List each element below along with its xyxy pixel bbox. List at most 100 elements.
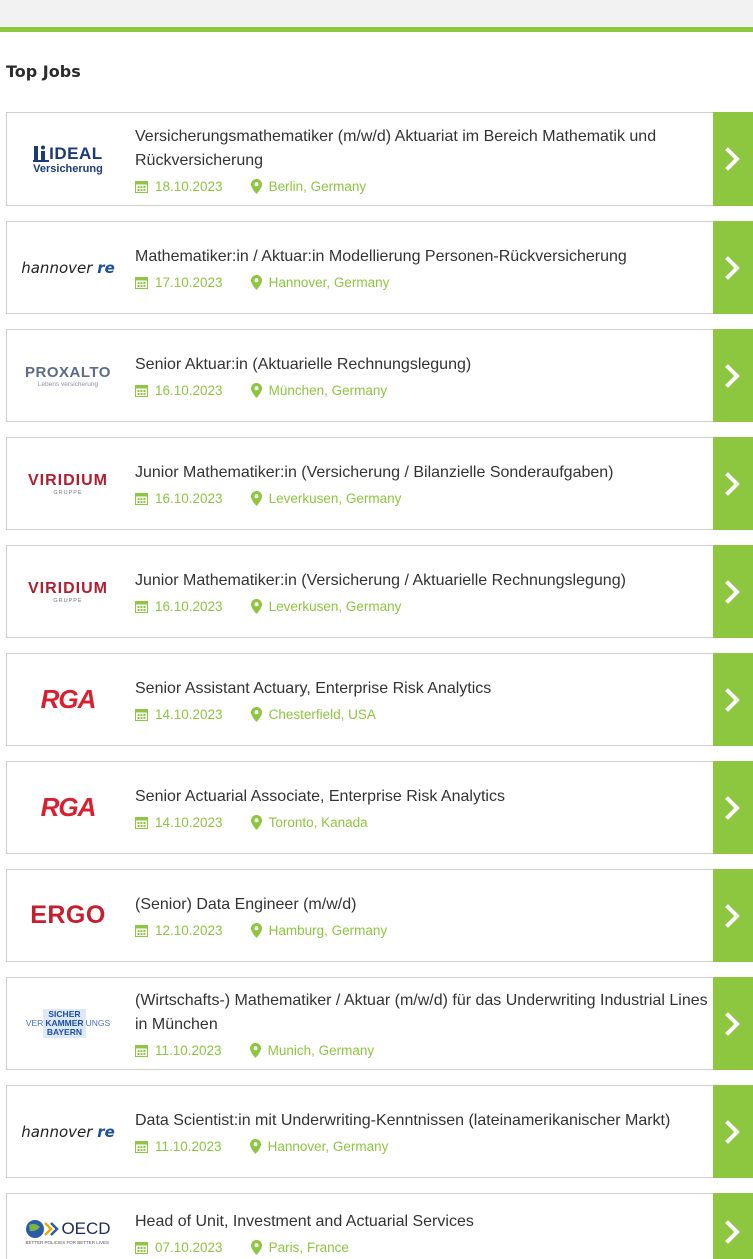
logo-subtext: GRUPPE bbox=[53, 489, 83, 496]
job-location: Toronto, Kanada bbox=[250, 815, 368, 830]
logo-text-re: re bbox=[97, 1122, 115, 1141]
job-info: Senior Aktuar:in (Aktuarielle Rechnungsl… bbox=[135, 330, 712, 421]
company-logo[interactable]: OECD BETTER POLICIES FOR BETTER LIVES bbox=[7, 1194, 129, 1259]
company-logo[interactable]: hannover re bbox=[7, 222, 129, 313]
company-logo[interactable]: VER SICHER KAMMER BAYERN UNGS bbox=[7, 978, 129, 1069]
job-title-link[interactable]: Mathematiker:in / Aktuar:in Modellierung… bbox=[135, 245, 712, 269]
open-job-button[interactable] bbox=[713, 221, 753, 314]
calendar-icon bbox=[135, 708, 148, 721]
job-location-text: München, Germany bbox=[268, 383, 388, 398]
logo-text: VIRIDIUM bbox=[28, 579, 108, 597]
logo-text: hannover bbox=[21, 1122, 93, 1141]
job-card[interactable]: hannover re Mathematiker:in / Aktuar:in M… bbox=[6, 221, 753, 314]
logo-hannover-re: hannover re bbox=[21, 1123, 115, 1141]
job-meta: 16.10.2023 München, Germany bbox=[135, 383, 712, 398]
job-card[interactable]: VER SICHER KAMMER BAYERN UNGS (Wirtschafts-) … bbox=[6, 977, 753, 1070]
job-card[interactable]: PROXALTO Lebens versicherung Senior Aktuar… bbox=[6, 329, 753, 422]
job-meta: 11.10.2023 Hannover, Germany bbox=[135, 1139, 712, 1154]
location-pin-icon bbox=[250, 491, 262, 506]
job-card[interactable]: VIRIDIUM GRUPPE Junior Mathematiker:in (Ve… bbox=[6, 437, 753, 530]
job-location-text: Leverkusen, Germany bbox=[268, 491, 402, 506]
job-info: (Senior) Data Engineer (m/w/d) 12.10.2023… bbox=[135, 870, 712, 961]
company-logo[interactable]: VIRIDIUM GRUPPE bbox=[7, 546, 129, 637]
job-info: Junior Mathematiker:in (Versicherung / B… bbox=[135, 438, 712, 529]
chevron-right-icon bbox=[725, 471, 741, 496]
job-info: (Wirtschafts-) Mathematiker / Aktuar (m/… bbox=[135, 978, 712, 1069]
location-pin-icon bbox=[250, 383, 262, 398]
job-date: 17.10.2023 bbox=[135, 275, 223, 290]
job-location: Paris, France bbox=[250, 1239, 349, 1255]
company-logo[interactable]: ERGO bbox=[7, 870, 129, 961]
company-logo[interactable]: IDEAL Versicherung bbox=[7, 113, 129, 205]
job-location-text: Munich, Germany bbox=[267, 1043, 375, 1058]
job-date: 16.10.2023 bbox=[135, 383, 223, 398]
ideal-mark-icon bbox=[33, 145, 50, 162]
logo-proxalto: PROXALTO Lebens versicherung bbox=[25, 364, 111, 388]
job-title-link[interactable]: Junior Mathematiker:in (Versicherung / A… bbox=[135, 569, 712, 593]
job-title-link[interactable]: (Wirtschafts-) Mathematiker / Aktuar (m/… bbox=[135, 989, 712, 1037]
job-title-link[interactable]: Senior Aktuar:in (Aktuarielle Rechnungsl… bbox=[135, 353, 712, 377]
job-date: 16.10.2023 bbox=[135, 491, 223, 506]
job-location-text: Leverkusen, Germany bbox=[268, 599, 402, 614]
job-title-link[interactable]: Senior Assistant Actuary, Enterprise Ris… bbox=[135, 677, 712, 701]
job-date: 07.10.2023 bbox=[135, 1240, 223, 1255]
company-logo[interactable]: hannover re bbox=[7, 1086, 129, 1177]
open-job-button[interactable] bbox=[713, 437, 753, 530]
top-bar bbox=[0, 0, 753, 27]
job-card[interactable]: IDEAL Versicherung Versicherungsmathematik… bbox=[6, 112, 753, 206]
job-date: 18.10.2023 bbox=[135, 179, 223, 194]
calendar-icon bbox=[135, 180, 148, 193]
location-pin-icon bbox=[250, 275, 262, 290]
job-title-link[interactable]: (Senior) Data Engineer (m/w/d) bbox=[135, 893, 712, 917]
logo-ideal: IDEAL Versicherung bbox=[33, 144, 103, 175]
open-job-button[interactable] bbox=[713, 653, 753, 746]
open-job-button[interactable] bbox=[713, 977, 753, 1070]
job-date-text: 11.10.2023 bbox=[155, 1043, 222, 1058]
company-logo[interactable]: RGA bbox=[7, 762, 129, 853]
job-date: 11.10.2023 bbox=[135, 1043, 222, 1058]
open-job-button[interactable] bbox=[713, 112, 753, 206]
job-location-text: Berlin, Germany bbox=[268, 178, 367, 194]
job-date-text: 12.10.2023 bbox=[155, 923, 223, 938]
job-title-link[interactable]: Data Scientist:in mit Underwriting-Kennt… bbox=[135, 1109, 712, 1133]
location-pin-icon bbox=[250, 707, 262, 722]
job-info: Senior Assistant Actuary, Enterprise Ris… bbox=[135, 654, 712, 745]
job-info: Senior Actuarial Associate, Enterprise R… bbox=[135, 762, 712, 853]
open-job-button[interactable] bbox=[713, 1193, 753, 1259]
job-title-link[interactable]: Head of Unit, Investment and Actuarial S… bbox=[135, 1210, 712, 1234]
logo-hannover-re: hannover re bbox=[21, 259, 115, 277]
chevron-right-icon bbox=[725, 903, 741, 928]
job-meta: 14.10.2023 Chesterfield, USA bbox=[135, 707, 712, 722]
job-title-link[interactable]: Senior Actuarial Associate, Enterprise R… bbox=[135, 785, 712, 809]
open-job-button[interactable] bbox=[713, 545, 753, 638]
job-meta: 12.10.2023 Hamburg, Germany bbox=[135, 923, 712, 938]
open-job-button[interactable] bbox=[713, 761, 753, 854]
job-card[interactable]: VIRIDIUM GRUPPE Junior Mathematiker:in (Ve… bbox=[6, 545, 753, 638]
job-info: Mathematiker:in / Aktuar:in Modellierung… bbox=[135, 222, 712, 313]
job-location-text: Hannover, Germany bbox=[267, 1139, 389, 1154]
logo-subtext: Lebens versicherung bbox=[37, 380, 99, 388]
job-location: Leverkusen, Germany bbox=[250, 491, 402, 506]
company-logo[interactable]: VIRIDIUM GRUPPE bbox=[7, 438, 129, 529]
job-meta: 18.10.2023 Berlin, Germany bbox=[135, 178, 712, 194]
open-job-button[interactable] bbox=[713, 869, 753, 962]
job-card[interactable]: RGA Senior Assistant Actuary, Enterprise … bbox=[6, 653, 753, 746]
calendar-icon bbox=[135, 276, 148, 289]
company-logo[interactable]: PROXALTO Lebens versicherung bbox=[7, 330, 129, 421]
logo-text: VIRIDIUM bbox=[28, 471, 108, 489]
job-card[interactable]: OECD BETTER POLICIES FOR BETTER LIVES Head… bbox=[6, 1193, 753, 1259]
job-card[interactable]: hannover re Data Scientist:in mit Underwr… bbox=[6, 1085, 753, 1178]
job-location: Hannover, Germany bbox=[250, 275, 389, 290]
location-pin-icon bbox=[250, 815, 262, 830]
job-card[interactable]: RGA Senior Actuarial Associate, Enterpris… bbox=[6, 761, 753, 854]
section-title: Top Jobs bbox=[6, 62, 81, 81]
open-job-button[interactable] bbox=[713, 1085, 753, 1178]
job-card[interactable]: ERGO (Senior) Data Engineer (m/w/d) 12.10.… bbox=[6, 869, 753, 962]
job-date-text: 16.10.2023 bbox=[155, 599, 223, 614]
location-pin-icon bbox=[250, 1239, 262, 1255]
job-title-link[interactable]: Versicherungsmathematiker (m/w/d) Aktuar… bbox=[135, 125, 712, 173]
job-date-text: 16.10.2023 bbox=[155, 383, 223, 398]
job-title-link[interactable]: Junior Mathematiker:in (Versicherung / B… bbox=[135, 461, 712, 485]
open-job-button[interactable] bbox=[713, 329, 753, 422]
company-logo[interactable]: RGA bbox=[7, 654, 129, 745]
